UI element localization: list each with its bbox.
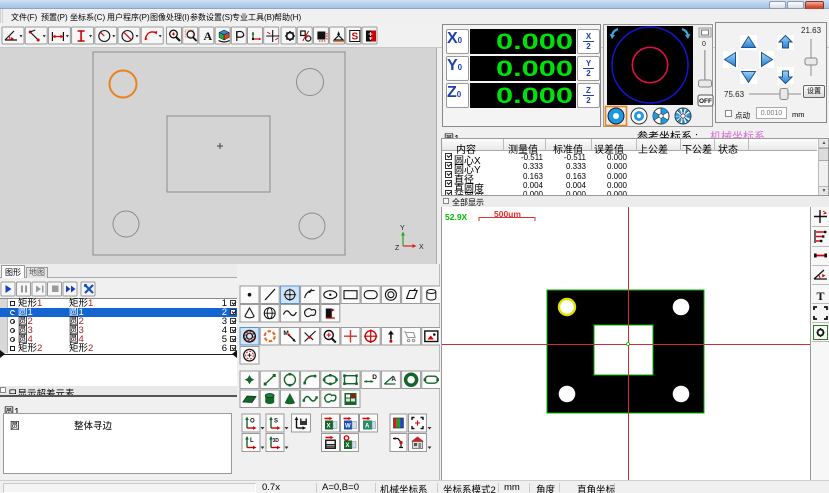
svg-text:L: L: [250, 438, 254, 444]
svg-text:T: T: [816, 289, 824, 303]
svg-text:A: A: [365, 424, 370, 430]
svg-text:X: X: [346, 443, 350, 449]
svg-text:D: D: [372, 374, 377, 381]
svg-text:0: 0: [702, 41, 706, 48]
svg-text:OFF: OFF: [699, 98, 712, 105]
svg-text:A: A: [204, 29, 213, 43]
svg-text:21.63: 21.63: [801, 26, 822, 35]
svg-text:S: S: [351, 32, 358, 43]
svg-text:O: O: [250, 419, 255, 425]
svg-text:X: X: [419, 244, 424, 251]
svg-text:M: M: [283, 330, 288, 337]
svg-text:75.63: 75.63: [724, 90, 745, 99]
svg-text:Y: Y: [400, 225, 405, 232]
svg-text:Z: Z: [395, 245, 400, 252]
svg-text:3D: 3D: [273, 438, 280, 444]
svg-text:W: W: [345, 424, 351, 430]
svg-text:S: S: [274, 419, 278, 425]
svg-text:52.9X: 52.9X: [445, 212, 468, 222]
svg-text:A: A: [391, 376, 396, 383]
svg-text:X: X: [327, 424, 331, 430]
